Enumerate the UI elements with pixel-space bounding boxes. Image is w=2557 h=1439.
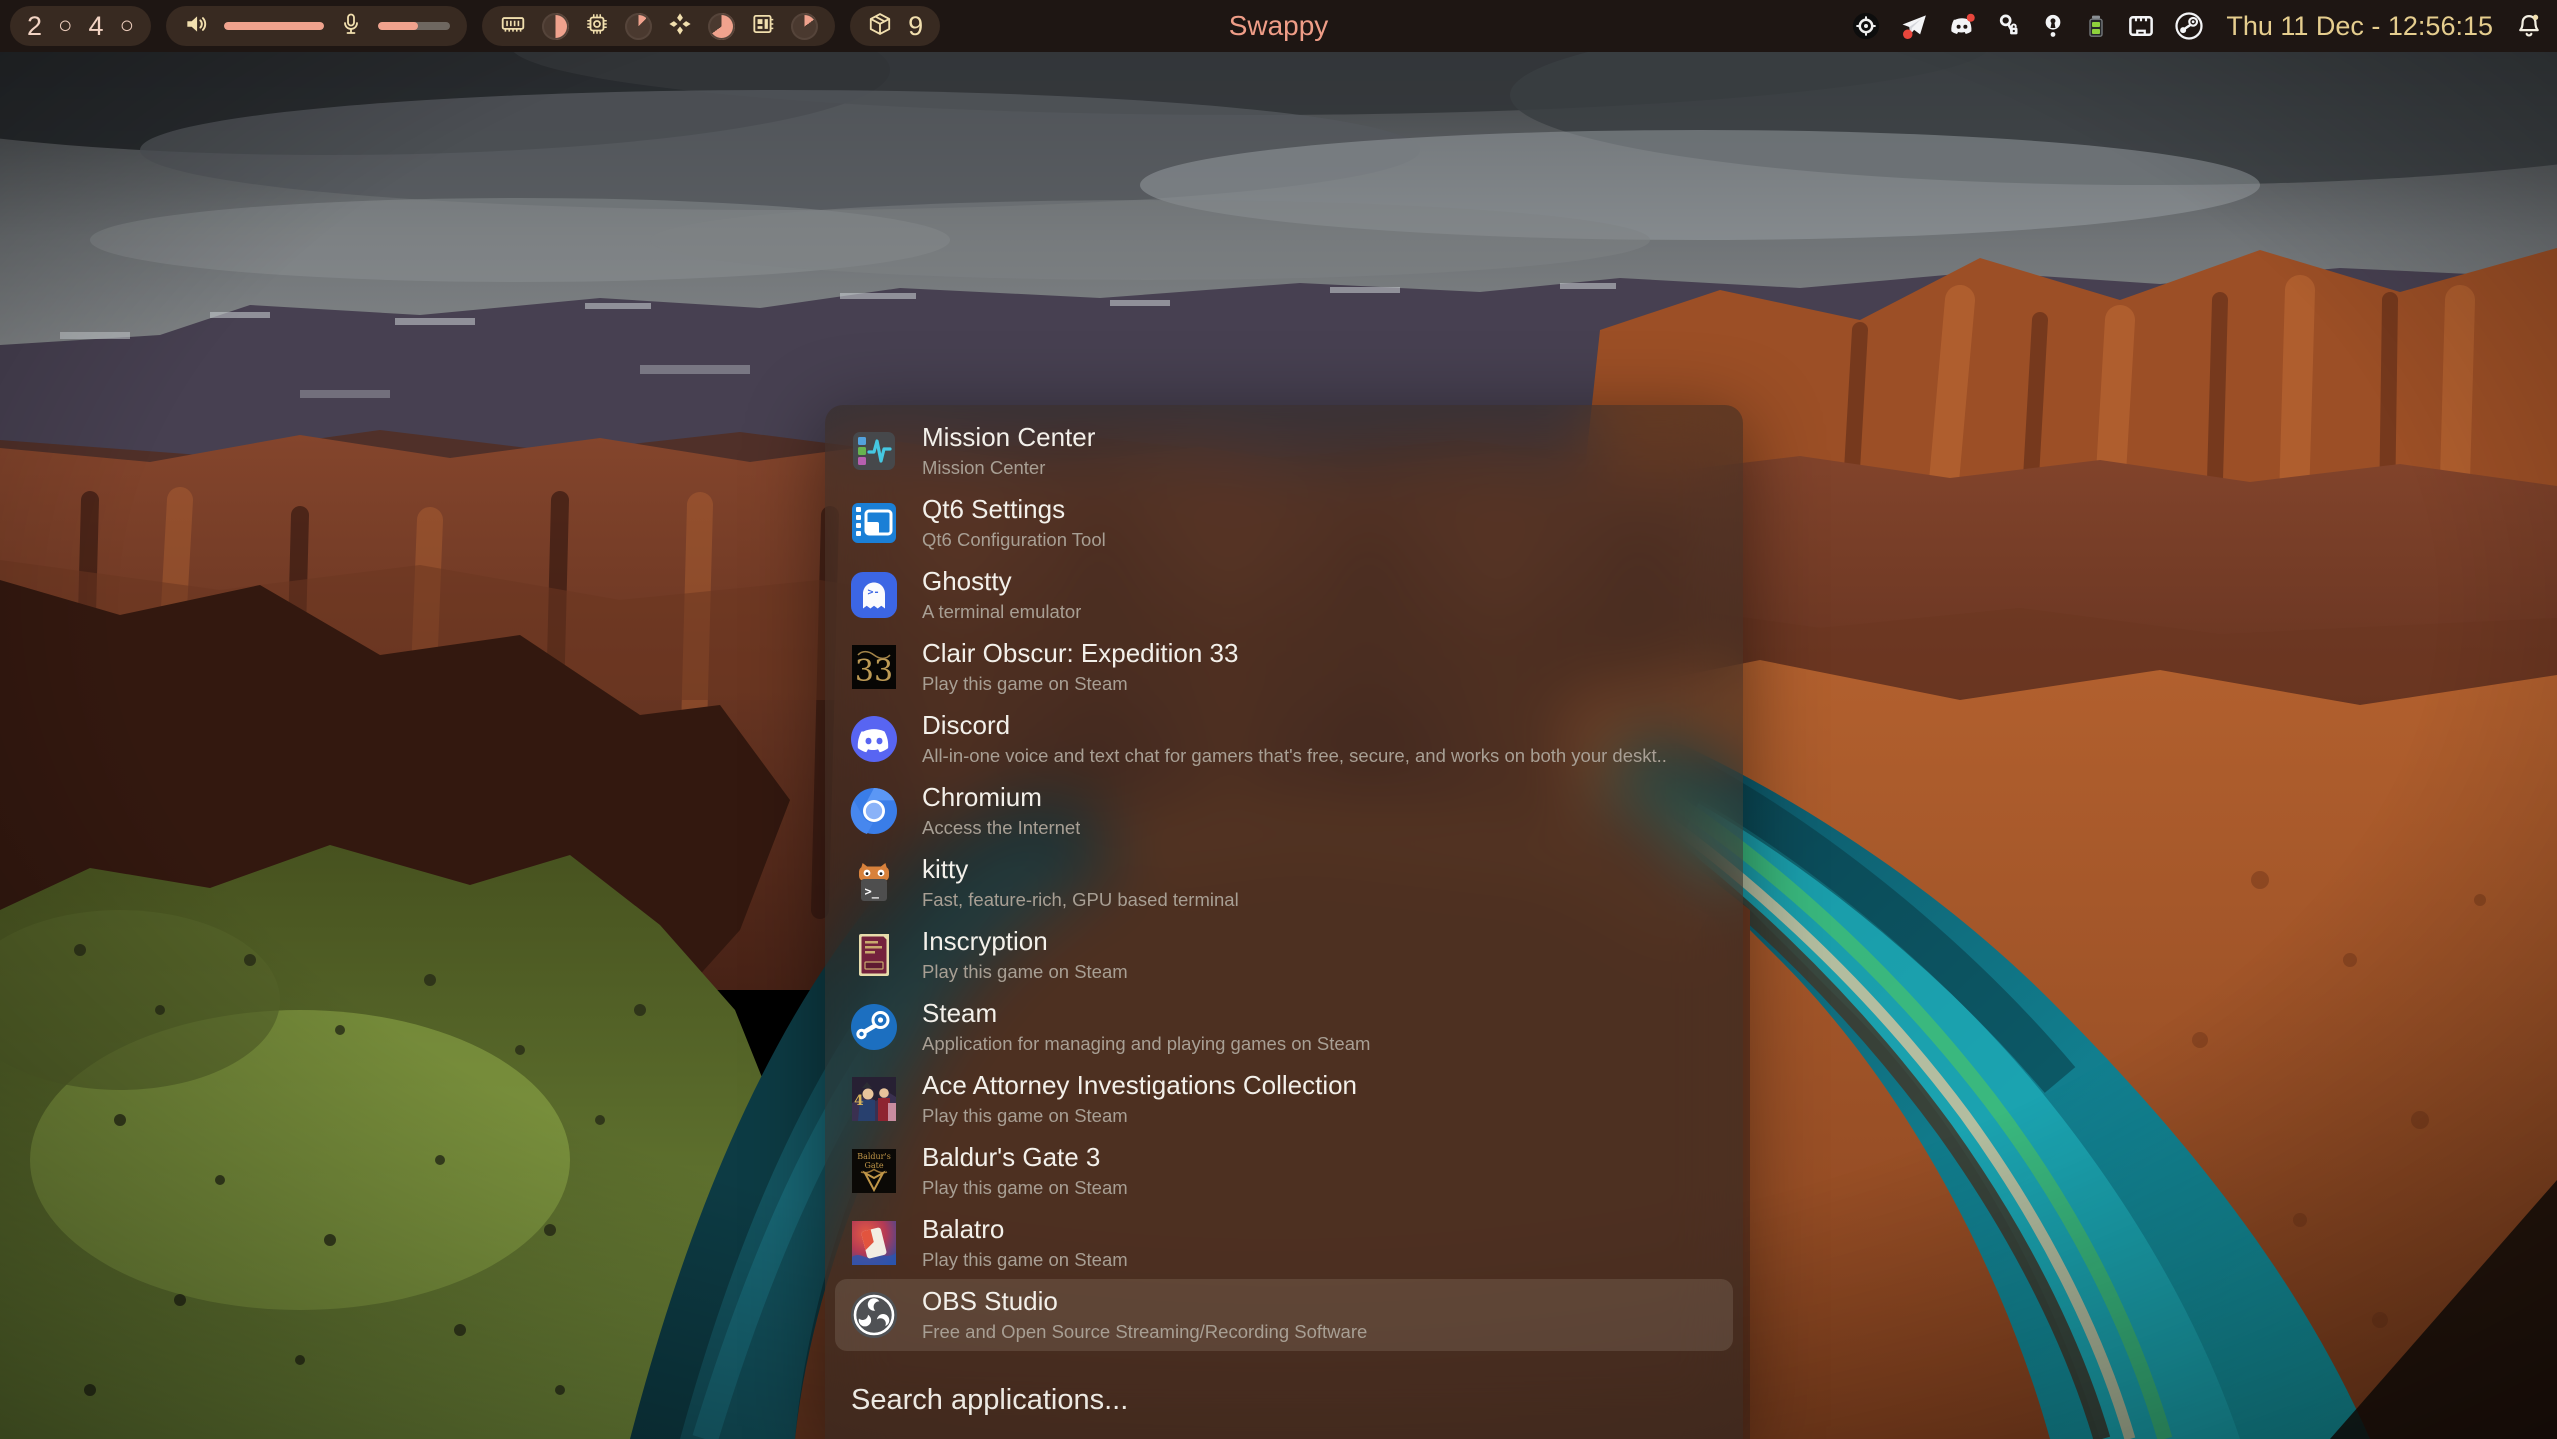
gpu-icon — [667, 11, 693, 42]
app-title: kitty — [922, 855, 1239, 885]
package-box-icon — [867, 11, 893, 42]
mission-center-icon — [848, 425, 900, 477]
app-title: Baldur's Gate 3 — [922, 1143, 1128, 1173]
ghostty-icon: >- — [848, 569, 900, 621]
app-row[interactable]: OBS Studio Free and Open Source Streamin… — [835, 1279, 1733, 1351]
workspace-3-dot[interactable]: ○ — [58, 12, 73, 40]
app-title: Ace Attorney Investigations Collection — [922, 1071, 1357, 1101]
app-title: Inscryption — [922, 927, 1128, 957]
cpu-usage-gauge — [625, 13, 652, 40]
telegram-tray-icon[interactable] — [1899, 11, 1929, 41]
app-title: Qt6 Settings — [922, 495, 1106, 525]
app-row[interactable]: Inscryption Play this game on Steam — [835, 919, 1733, 991]
speaker-icon[interactable] — [183, 11, 209, 42]
steelseries-tray-icon[interactable] — [1851, 11, 1881, 41]
app-subtitle: Play this game on Steam — [922, 1249, 1128, 1271]
updates-pill[interactable]: 9 — [850, 6, 940, 46]
memory-usage-gauge — [542, 13, 569, 40]
app-subtitle: Play this game on Steam — [922, 1177, 1128, 1199]
microphone-icon[interactable] — [339, 11, 363, 42]
app-row[interactable]: 33 Clair Obscur: Expedition 33 Play this… — [835, 631, 1733, 703]
app-row[interactable]: >_ kitty Fast, feature-rich, GPU based t… — [835, 847, 1733, 919]
app-subtitle: Free and Open Source Streaming/Recording… — [922, 1321, 1367, 1343]
steam-tray-icon[interactable] — [2174, 11, 2204, 41]
obs-studio-icon — [848, 1289, 900, 1341]
app-row[interactable]: >- Ghostty A terminal emulator — [835, 559, 1733, 631]
app-row[interactable]: Baldur'sGate Baldur's Gate 3 Play this g… — [835, 1135, 1733, 1207]
cpu-icon — [584, 11, 610, 42]
discord-tray-icon[interactable] — [1947, 11, 1977, 41]
app-subtitle: Qt6 Configuration Tool — [922, 529, 1106, 551]
svg-text:>_: >_ — [865, 885, 880, 900]
clock[interactable]: Thu 11 Dec - 12:56:15 — [2226, 11, 2493, 42]
workspace-2[interactable]: 2 — [27, 11, 42, 42]
top-bar-left: 2 ○ 4 ○ — [0, 6, 940, 46]
app-subtitle: A terminal emulator — [922, 601, 1081, 623]
volume-slider[interactable] — [224, 22, 324, 30]
ace-attorney-icon: 4 — [848, 1073, 900, 1125]
discord-icon — [848, 713, 900, 765]
app-subtitle: Mission Center — [922, 457, 1095, 479]
chromium-icon — [848, 785, 900, 837]
gpu-usage-gauge — [708, 13, 735, 40]
app-subtitle: Play this game on Steam — [922, 1105, 1357, 1127]
app-row[interactable]: Chromium Access the Internet — [835, 775, 1733, 847]
qt6-settings-icon — [848, 497, 900, 549]
app-row[interactable]: Steam Application for managing and playi… — [835, 991, 1733, 1063]
notification-bell-icon[interactable] — [2515, 11, 2543, 41]
system-monitor-pill[interactable] — [482, 6, 835, 46]
mic-slider[interactable] — [378, 22, 450, 30]
app-row[interactable]: Mission Center Mission Center — [835, 415, 1733, 487]
baldurs-gate-3-icon: Baldur'sGate — [848, 1145, 900, 1197]
steam-icon — [848, 1001, 900, 1053]
workspace-5-dot[interactable]: ○ — [120, 12, 135, 40]
app-title: Mission Center — [922, 423, 1095, 453]
app-row[interactable]: Balatro Play this game on Steam — [835, 1207, 1733, 1279]
network-tray-icon[interactable] — [2126, 11, 2156, 41]
app-row[interactable]: Qt6 Settings Qt6 Configuration Tool — [835, 487, 1733, 559]
kitty-icon: >_ — [848, 857, 900, 909]
app-subtitle: Access the Internet — [922, 817, 1080, 839]
workspace-4[interactable]: 4 — [89, 11, 104, 42]
svg-text:Baldur's: Baldur's — [857, 1152, 891, 1161]
app-title: Balatro — [922, 1215, 1128, 1245]
app-title: Steam — [922, 999, 1370, 1029]
app-title: Chromium — [922, 783, 1080, 813]
app-launcher: Mission Center Mission Center Qt6 Settin… — [825, 405, 1743, 1439]
balatro-icon — [848, 1217, 900, 1269]
battery-tray-icon[interactable] — [2084, 11, 2108, 41]
app-row[interactable]: 4 Ace Attorney Investigations Collection… — [835, 1063, 1733, 1135]
updates-count: 9 — [908, 11, 923, 42]
keepassxc-tray-icon[interactable] — [1995, 11, 2022, 41]
disk-usage-gauge — [791, 13, 818, 40]
inscryption-icon — [848, 929, 900, 981]
disk-icon — [750, 11, 776, 42]
keyring-tray-icon[interactable] — [2040, 11, 2066, 41]
app-subtitle: Application for managing and playing gam… — [922, 1033, 1370, 1055]
workspaces-indicator[interactable]: 2 ○ 4 ○ — [10, 6, 151, 46]
search-row — [825, 1384, 1743, 1439]
app-row[interactable]: Discord All-in-one voice and text chat f… — [835, 703, 1733, 775]
clair-obscur-icon: 33 — [848, 641, 900, 693]
app-subtitle: All-in-one voice and text chat for gamer… — [922, 745, 1667, 767]
app-subtitle: Play this game on Steam — [922, 961, 1128, 983]
app-title: Clair Obscur: Expedition 33 — [922, 639, 1238, 669]
app-list: Mission Center Mission Center Qt6 Settin… — [825, 415, 1743, 1351]
focused-window-title: Swappy — [1229, 10, 1329, 42]
top-bar-right: Thu 11 Dec - 12:56:15 — [1851, 11, 2557, 42]
audio-pill — [166, 6, 467, 46]
memory-icon — [499, 11, 527, 42]
app-subtitle: Play this game on Steam — [922, 673, 1238, 695]
app-title: Ghostty — [922, 567, 1081, 597]
svg-text:33: 33 — [855, 654, 893, 689]
app-subtitle: Fast, feature-rich, GPU based terminal — [922, 889, 1239, 911]
app-title: Discord — [922, 711, 1667, 741]
search-input[interactable] — [851, 1384, 1717, 1417]
svg-text:4: 4 — [854, 1093, 864, 1109]
svg-text:>-: >- — [868, 587, 880, 598]
top-bar: 2 ○ 4 ○ — [0, 0, 2557, 52]
app-title: OBS Studio — [922, 1287, 1367, 1317]
